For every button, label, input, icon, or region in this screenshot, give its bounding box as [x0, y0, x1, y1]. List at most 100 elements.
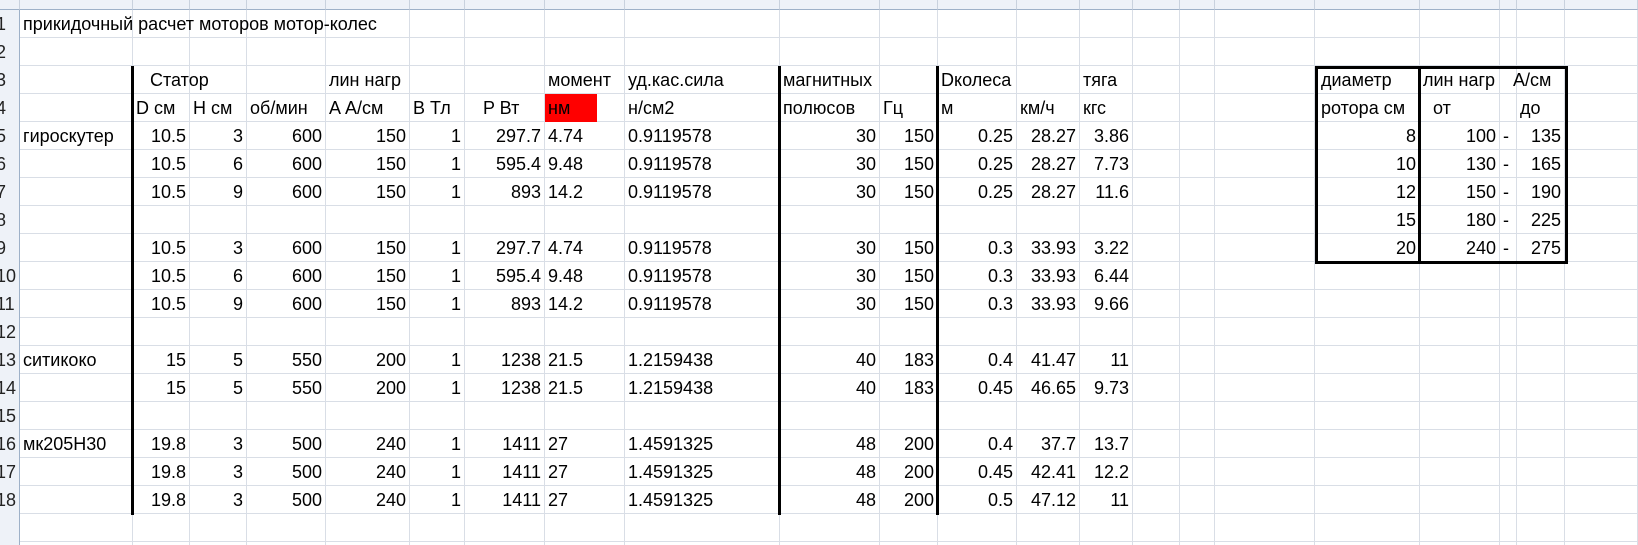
header-kmh[interactable]: км/ч [1017, 94, 1080, 122]
data-cell-dw[interactable]: 0.3 [938, 234, 1017, 262]
side-lin-load-to[interactable]: 225 [1517, 206, 1565, 234]
data-cell-a[interactable]: 150 [326, 262, 410, 290]
data-cell-h[interactable]: 3 [190, 234, 247, 262]
data-cell-a[interactable]: 150 [326, 290, 410, 318]
data-cell-hz[interactable]: 150 [880, 262, 938, 290]
data-cell-h[interactable]: 3 [190, 430, 247, 458]
sheet-title-cell[interactable]: прикидочный расчет моторов мотор-колес [20, 10, 620, 38]
data-cell-p[interactable]: 595.4 [465, 150, 545, 178]
data-cell-d[interactable]: 10.5 [133, 178, 190, 206]
data-cell-d[interactable]: 10.5 [133, 122, 190, 150]
data-cell-poles[interactable]: 48 [780, 486, 880, 514]
row-header-5[interactable]: 5 [0, 122, 6, 150]
header-p-w[interactable]: P Вт [480, 94, 545, 122]
side-header-lin-load[interactable]: лин нагр [1420, 66, 1510, 94]
column-header-l[interactable] [938, 0, 1017, 10]
data-cell-d[interactable]: 19.8 [133, 486, 190, 514]
column-header-j[interactable] [780, 0, 880, 10]
data-cell-h[interactable]: 3 [190, 458, 247, 486]
data-cell-v[interactable]: 46.65 [1017, 374, 1080, 402]
side-lin-load-from[interactable]: 150 [1420, 178, 1500, 206]
data-cell-hz[interactable]: 150 [880, 234, 938, 262]
row-header-13[interactable]: 13 [0, 346, 16, 374]
side-lin-load-to[interactable]: 190 [1517, 178, 1565, 206]
data-cell-dw[interactable]: 0.4 [938, 430, 1017, 458]
data-cell-hz[interactable]: 183 [880, 374, 938, 402]
data-cell-dw[interactable]: 0.45 [938, 458, 1017, 486]
data-cell-rpm[interactable]: 600 [247, 178, 326, 206]
data-cell-poles[interactable]: 48 [780, 430, 880, 458]
data-cell-v[interactable]: 42.41 [1017, 458, 1080, 486]
data-cell-v[interactable]: 28.27 [1017, 178, 1080, 206]
data-cell-dw[interactable]: 0.25 [938, 122, 1017, 150]
column-header-b[interactable] [133, 0, 190, 10]
column-header-i[interactable] [625, 0, 780, 10]
data-cell-h[interactable]: 6 [190, 150, 247, 178]
header-stator[interactable]: Статор [147, 66, 267, 94]
side-rotor-diameter[interactable]: 12 [1318, 178, 1420, 206]
data-cell-t[interactable]: 11.6 [1080, 178, 1133, 206]
data-cell-d[interactable]: 19.8 [133, 430, 190, 458]
header-hz[interactable]: Гц [880, 94, 938, 122]
data-cell-a[interactable]: 150 [326, 122, 410, 150]
header-wheel-diameter[interactable]: Dколеса [938, 66, 1078, 94]
header-b-tl[interactable]: B Тл [410, 94, 465, 122]
data-cell-h[interactable]: 3 [190, 486, 247, 514]
row-header-12[interactable]: 12 [0, 318, 16, 346]
data-cell-poles[interactable]: 30 [780, 178, 880, 206]
data-cell-f[interactable]: 1.4591325 [625, 458, 780, 486]
data-cell-p[interactable]: 1238 [465, 346, 545, 374]
data-cell-b[interactable]: 1 [410, 262, 465, 290]
data-cell-d[interactable]: 15 [133, 374, 190, 402]
data-cell-t[interactable]: 9.73 [1080, 374, 1133, 402]
header-magnetic[interactable]: магнитных [780, 66, 930, 94]
side-range-dash[interactable]: - [1500, 150, 1517, 178]
data-cell-b[interactable]: 1 [410, 430, 465, 458]
data-cell-d[interactable]: 10.5 [133, 290, 190, 318]
data-cell-hz[interactable]: 200 [880, 430, 938, 458]
data-cell-h[interactable]: 6 [190, 262, 247, 290]
column-header-s[interactable] [1420, 0, 1500, 10]
data-cell-hz[interactable]: 150 [880, 290, 938, 318]
row-header-15[interactable]: 15 [0, 402, 16, 430]
side-range-dash[interactable]: - [1500, 178, 1517, 206]
header-n-per-cm2[interactable]: н/см2 [625, 94, 780, 122]
data-cell-rpm[interactable]: 500 [247, 486, 326, 514]
data-cell-h[interactable]: 5 [190, 374, 247, 402]
data-cell-poles[interactable]: 40 [780, 374, 880, 402]
row-label-13[interactable]: ситикоко [20, 346, 133, 374]
row-header-10[interactable]: 10 [0, 262, 16, 290]
data-cell-v[interactable]: 28.27 [1017, 122, 1080, 150]
data-cell-b[interactable]: 1 [410, 122, 465, 150]
data-cell-t[interactable]: 13.7 [1080, 430, 1133, 458]
data-cell-h[interactable]: 5 [190, 346, 247, 374]
data-cell-hz[interactable]: 200 [880, 458, 938, 486]
column-header-r[interactable] [1315, 0, 1420, 10]
data-cell-hz[interactable]: 200 [880, 486, 938, 514]
data-cell-m[interactable]: 27 [545, 458, 625, 486]
data-cell-b[interactable]: 1 [410, 290, 465, 318]
data-cell-poles[interactable]: 48 [780, 458, 880, 486]
data-cell-poles[interactable]: 30 [780, 234, 880, 262]
side-lin-load-to[interactable]: 135 [1517, 122, 1565, 150]
data-cell-b[interactable]: 1 [410, 346, 465, 374]
data-cell-v[interactable]: 47.12 [1017, 486, 1080, 514]
row-header-14[interactable]: 14 [0, 374, 16, 402]
side-lin-load-to[interactable]: 275 [1517, 234, 1565, 262]
data-cell-poles[interactable]: 30 [780, 150, 880, 178]
side-lin-load-from[interactable]: 100 [1420, 122, 1500, 150]
data-cell-dw[interactable]: 0.4 [938, 346, 1017, 374]
data-cell-h[interactable]: 9 [190, 178, 247, 206]
data-cell-t[interactable]: 6.44 [1080, 262, 1133, 290]
data-cell-hz[interactable]: 150 [880, 150, 938, 178]
data-cell-d[interactable]: 10.5 [133, 262, 190, 290]
data-cell-f[interactable]: 0.9119578 [625, 122, 780, 150]
header-poles[interactable]: полюсов [780, 94, 880, 122]
data-cell-b[interactable]: 1 [410, 150, 465, 178]
data-cell-f[interactable]: 1.4591325 [625, 430, 780, 458]
data-cell-hz[interactable]: 183 [880, 346, 938, 374]
data-cell-f[interactable]: 1.2159438 [625, 346, 780, 374]
row-label-5[interactable]: гироскутер [20, 122, 133, 150]
row-label-16[interactable]: мк205Н30 [20, 430, 133, 458]
column-header-n[interactable] [1080, 0, 1133, 10]
